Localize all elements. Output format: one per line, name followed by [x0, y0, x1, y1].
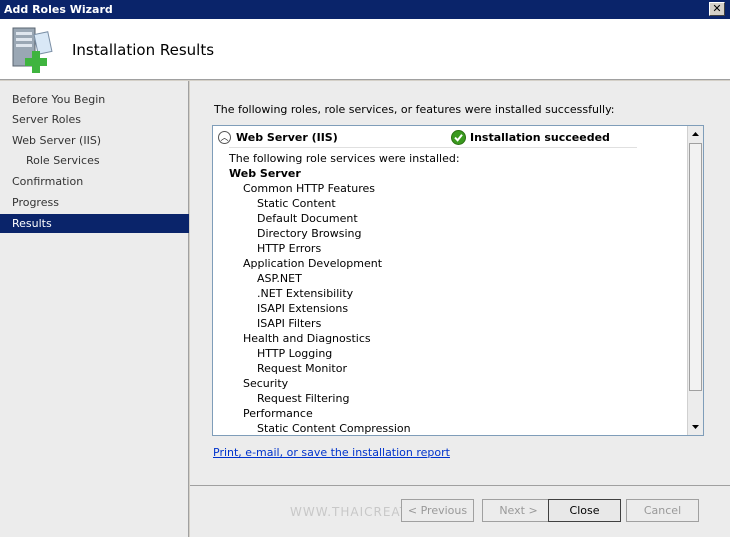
page-title: Installation Results: [72, 41, 215, 59]
arrow-up-icon: [692, 132, 699, 136]
report-link[interactable]: Print, e-mail, or save the installation …: [213, 446, 450, 459]
list-item: HTTP Logging: [257, 347, 333, 360]
title-bar: Add Roles Wizard ✕: [0, 0, 730, 19]
list-item: Security: [243, 377, 289, 390]
list-item: Request Filtering: [257, 392, 350, 405]
header-divider: [229, 147, 637, 148]
nav-item-results[interactable]: Results: [0, 214, 189, 233]
list-item: Web Server: [229, 167, 301, 180]
list-item: Static Content Compression: [257, 422, 411, 435]
result-role-title: Web Server (IIS): [236, 131, 338, 144]
nav-item-before-you-begin[interactable]: Before You Begin: [0, 90, 189, 109]
list-item: Default Document: [257, 212, 358, 225]
footer-divider: [190, 485, 730, 486]
list-item: The following role services were install…: [229, 152, 460, 165]
result-header: ︿ Web Server (IIS) Installation succeede…: [213, 126, 689, 148]
list-item: Static Content: [257, 197, 336, 210]
cancel-button[interactable]: Cancel: [626, 499, 699, 522]
results-list: ︿ Web Server (IIS) Installation succeede…: [212, 125, 704, 436]
intro-text: The following roles, role services, or f…: [214, 103, 615, 116]
list-item: Application Development: [243, 257, 383, 270]
next-button[interactable]: Next >: [482, 499, 555, 522]
window-title: Add Roles Wizard: [4, 3, 113, 16]
window-close-button[interactable]: ✕: [709, 2, 725, 16]
check-icon: [451, 130, 466, 145]
nav-item-web-server[interactable]: Web Server (IIS): [0, 131, 189, 150]
list-item: ISAPI Filters: [257, 317, 322, 330]
scroll-up-button[interactable]: [688, 126, 703, 142]
scroll-down-button[interactable]: [688, 419, 703, 435]
list-item: Performance: [243, 407, 313, 420]
previous-button[interactable]: < Previous: [401, 499, 474, 522]
list-item: Common HTTP Features: [243, 182, 375, 195]
list-item: .NET Extensibility: [257, 287, 354, 300]
list-item: Health and Diagnostics: [243, 332, 371, 345]
scroll-thumb[interactable]: [689, 143, 702, 391]
status-text: Installation succeeded: [470, 131, 610, 144]
nav-item-progress[interactable]: Progress: [0, 193, 189, 212]
nav-item-server-roles[interactable]: Server Roles: [0, 110, 189, 129]
nav-item-confirmation[interactable]: Confirmation: [0, 172, 189, 191]
list-item: ASP.NET: [257, 272, 302, 285]
main-panel: The following roles, role services, or f…: [190, 81, 730, 537]
list-item: Request Monitor: [257, 362, 347, 375]
wizard-nav: Before You Begin Server Roles Web Server…: [0, 81, 189, 537]
arrow-down-icon: [692, 425, 699, 429]
list-item: Directory Browsing: [257, 227, 362, 240]
server-role-icon: [12, 27, 53, 73]
list-item: HTTP Errors: [257, 242, 322, 255]
nav-item-role-services[interactable]: Role Services: [0, 151, 189, 170]
list-item: ISAPI Extensions: [257, 302, 349, 315]
close-button[interactable]: Close: [548, 499, 621, 522]
wizard-header: Installation Results: [0, 19, 730, 80]
collapse-icon[interactable]: ︿: [218, 131, 231, 144]
vertical-scrollbar[interactable]: [687, 126, 703, 435]
